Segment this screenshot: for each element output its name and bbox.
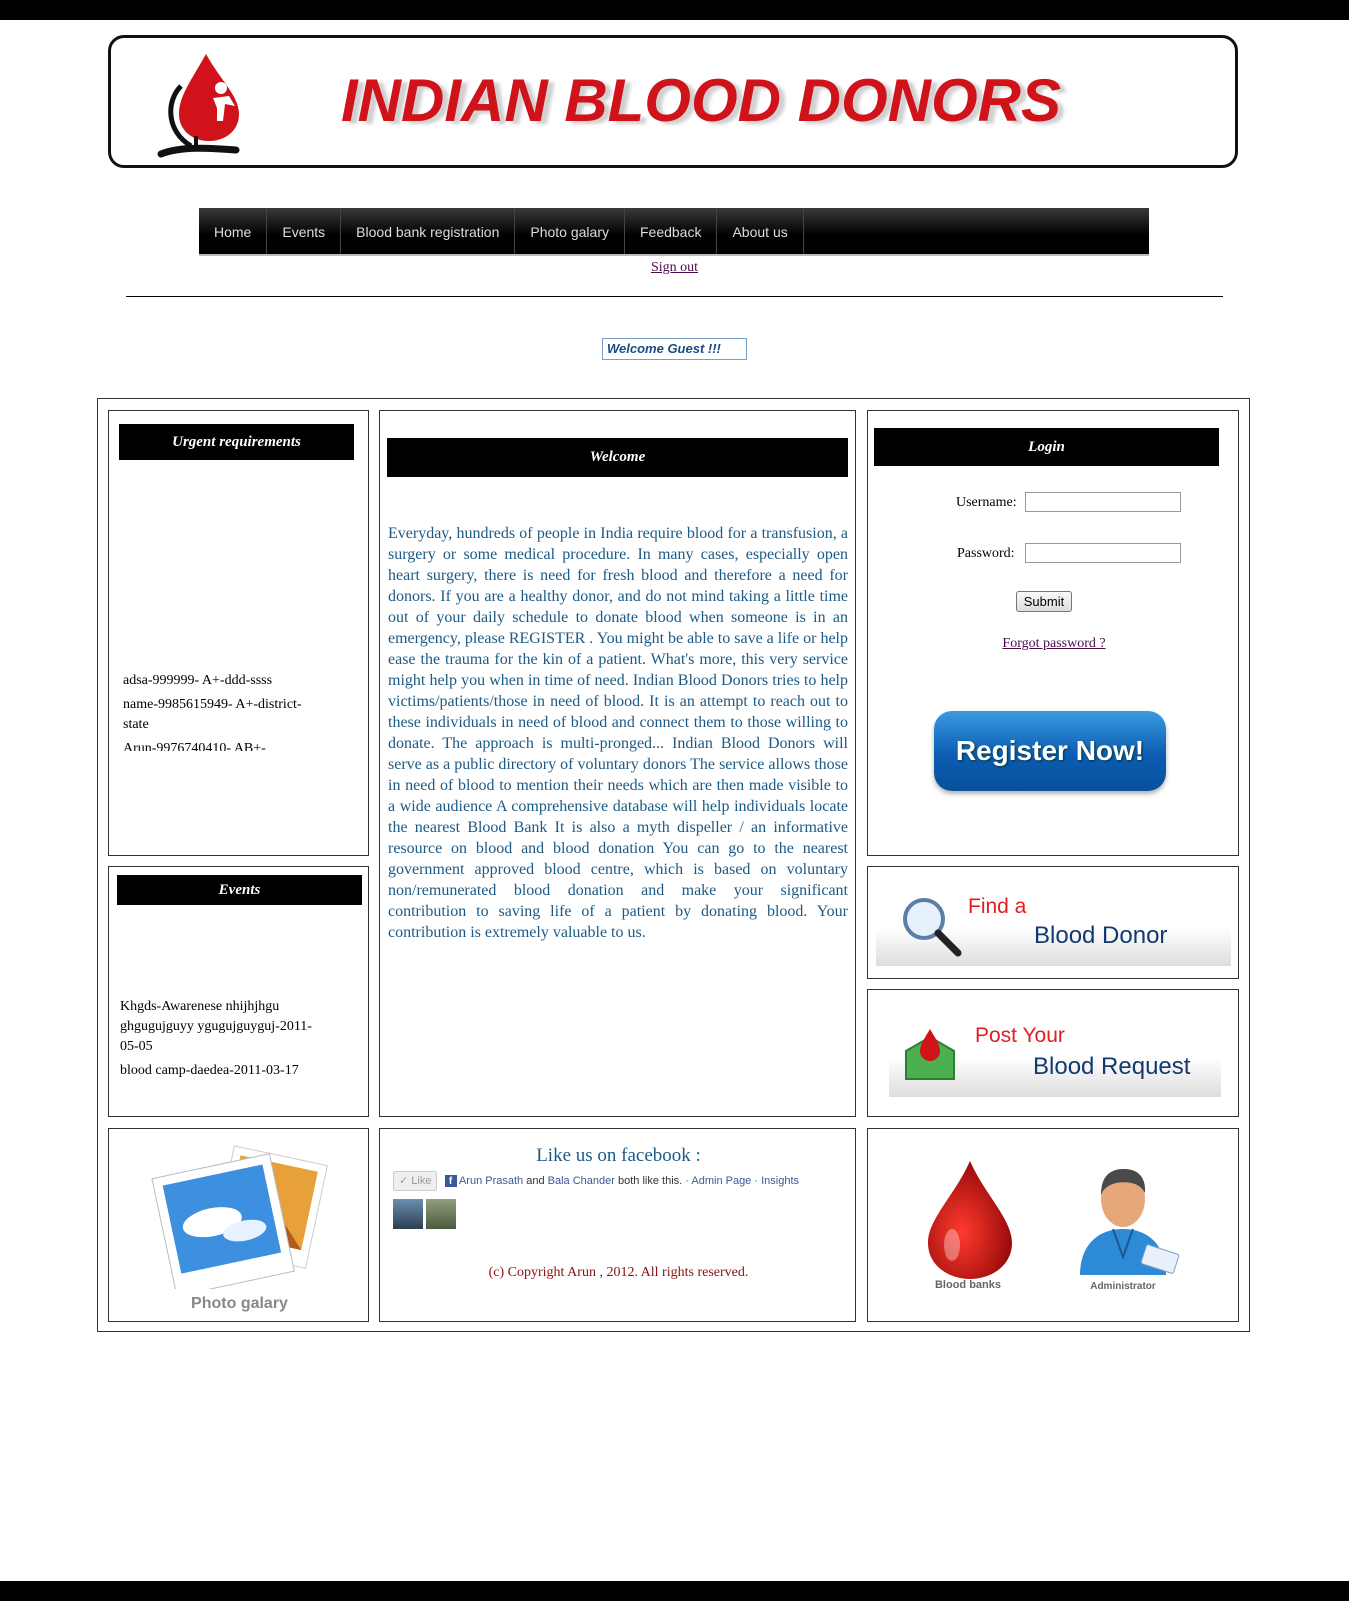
- login-heading: Login: [874, 428, 1219, 466]
- post-request-line2: Blood Request: [1033, 1053, 1191, 1080]
- top-bar: [0, 0, 1349, 20]
- copyright: (c) Copyright Arun , 2012. All rights re…: [488, 1265, 749, 1280]
- site-title: INDIAN BLOOD DONORS: [341, 67, 1061, 134]
- password-input[interactable]: [1025, 543, 1181, 563]
- sign-out-link[interactable]: Sign out: [0, 260, 1349, 276]
- quick-links-panel: Blood banks Administrator: [867, 1128, 1239, 1322]
- envelope-blood-icon: [905, 1029, 955, 1080]
- find-donor-panel[interactable]: Find a Blood Donor: [867, 866, 1239, 979]
- main-nav: Home Events Blood bank registration Phot…: [199, 208, 1149, 256]
- password-label: Password:: [957, 546, 1015, 561]
- post-request-panel[interactable]: Post Your Blood Request: [867, 989, 1239, 1117]
- administrator-label[interactable]: Administrator: [1058, 1281, 1188, 1292]
- list-item: Arun-9976740410- AB+-: [123, 741, 266, 751]
- nav-events[interactable]: Events: [267, 208, 342, 254]
- administrator-icon[interactable]: [1068, 1157, 1183, 1277]
- urgent-list: adsa-999999- A+-ddd-ssss name-9985615949…: [123, 671, 308, 751]
- login-panel: Login Username: Password: Submit Forgot …: [867, 410, 1239, 856]
- blood-donor-logo-icon: [157, 54, 240, 158]
- username-label: Username:: [956, 495, 1017, 510]
- blood-banks-label[interactable]: Blood banks: [908, 1279, 1028, 1291]
- photo-galary-panel[interactable]: Photo galary: [108, 1128, 369, 1322]
- facebook-text: and: [526, 1175, 545, 1187]
- bottom-bar: [0, 1581, 1349, 1601]
- avatar[interactable]: [426, 1199, 456, 1229]
- facebook-panel: Like us on facebook : ✓ Like f Arun Pras…: [379, 1128, 856, 1322]
- facebook-icon: f: [444, 1175, 457, 1188]
- list-item: adsa-999999- A+-ddd-ssss: [123, 673, 273, 688]
- facebook-friend-link[interactable]: Bala Chander: [548, 1175, 615, 1187]
- facebook-text: both like this.: [618, 1175, 683, 1187]
- site-banner: INDIAN BLOOD DONORS: [108, 35, 1238, 168]
- facebook-admin-page-link[interactable]: · Admin Page: [685, 1175, 751, 1187]
- events-panel: Events Khgds-Awarenese nhijhjhgu ghguguj…: [108, 866, 369, 1117]
- facebook-friend-link[interactable]: Arun Prasath: [459, 1175, 523, 1187]
- welcome-body: Everyday, hundreds of people in India re…: [388, 525, 848, 941]
- list-item: blood camp-daedea-2011-03-17: [120, 1063, 299, 1078]
- avatar[interactable]: [393, 1199, 423, 1229]
- urgent-requirements-panel: Urgent requirements adsa-999999- A+-ddd-…: [108, 410, 369, 856]
- find-donor-line2: Blood Donor: [1034, 922, 1168, 949]
- photo-galary-icon: [151, 1145, 328, 1289]
- list-item: name-9985615949- A+-district-state: [123, 697, 302, 732]
- facebook-insights-link[interactable]: · Insights: [754, 1175, 799, 1187]
- welcome-guest-badge: Welcome Guest !!!: [602, 338, 747, 360]
- events-heading: Events: [117, 875, 362, 905]
- register-now-button[interactable]: Register Now!: [934, 711, 1166, 791]
- welcome-heading: Welcome: [387, 438, 848, 477]
- nav-photo-galary[interactable]: Photo galary: [515, 208, 625, 254]
- forgot-password-link[interactable]: Forgot password ?: [868, 636, 1240, 652]
- nav-about-us[interactable]: About us: [717, 208, 804, 254]
- nav-home[interactable]: Home: [199, 208, 268, 254]
- welcome-panel: Welcome Everyday, hundreds of people in …: [379, 410, 856, 1117]
- facebook-title: Like us on facebook :: [536, 1145, 701, 1166]
- urgent-requirements-heading: Urgent requirements: [119, 424, 354, 460]
- photo-galary-label: Photo galary: [191, 1295, 288, 1312]
- nav-blood-bank-registration[interactable]: Blood bank registration: [341, 208, 516, 254]
- events-list: Khgds-Awarenese nhijhjhgu ghgugujguyy yg…: [120, 997, 320, 1081]
- find-donor-line1: Find a: [968, 895, 1027, 918]
- facebook-like-button[interactable]: ✓ Like: [393, 1171, 438, 1191]
- facebook-like-bar: ✓ Like f Arun Prasath and Bala Chander b…: [393, 1170, 853, 1192]
- nav-feedback[interactable]: Feedback: [625, 208, 718, 254]
- submit-button[interactable]: Submit: [1016, 591, 1072, 612]
- post-request-line1: Post Your: [975, 1024, 1065, 1047]
- username-input[interactable]: [1025, 492, 1181, 512]
- magnifier-icon: [903, 898, 962, 957]
- divider: [126, 296, 1223, 297]
- blood-drop-icon[interactable]: [920, 1157, 1020, 1282]
- list-item: Khgds-Awarenese nhijhjhgu ghgugujguyy yg…: [120, 999, 312, 1054]
